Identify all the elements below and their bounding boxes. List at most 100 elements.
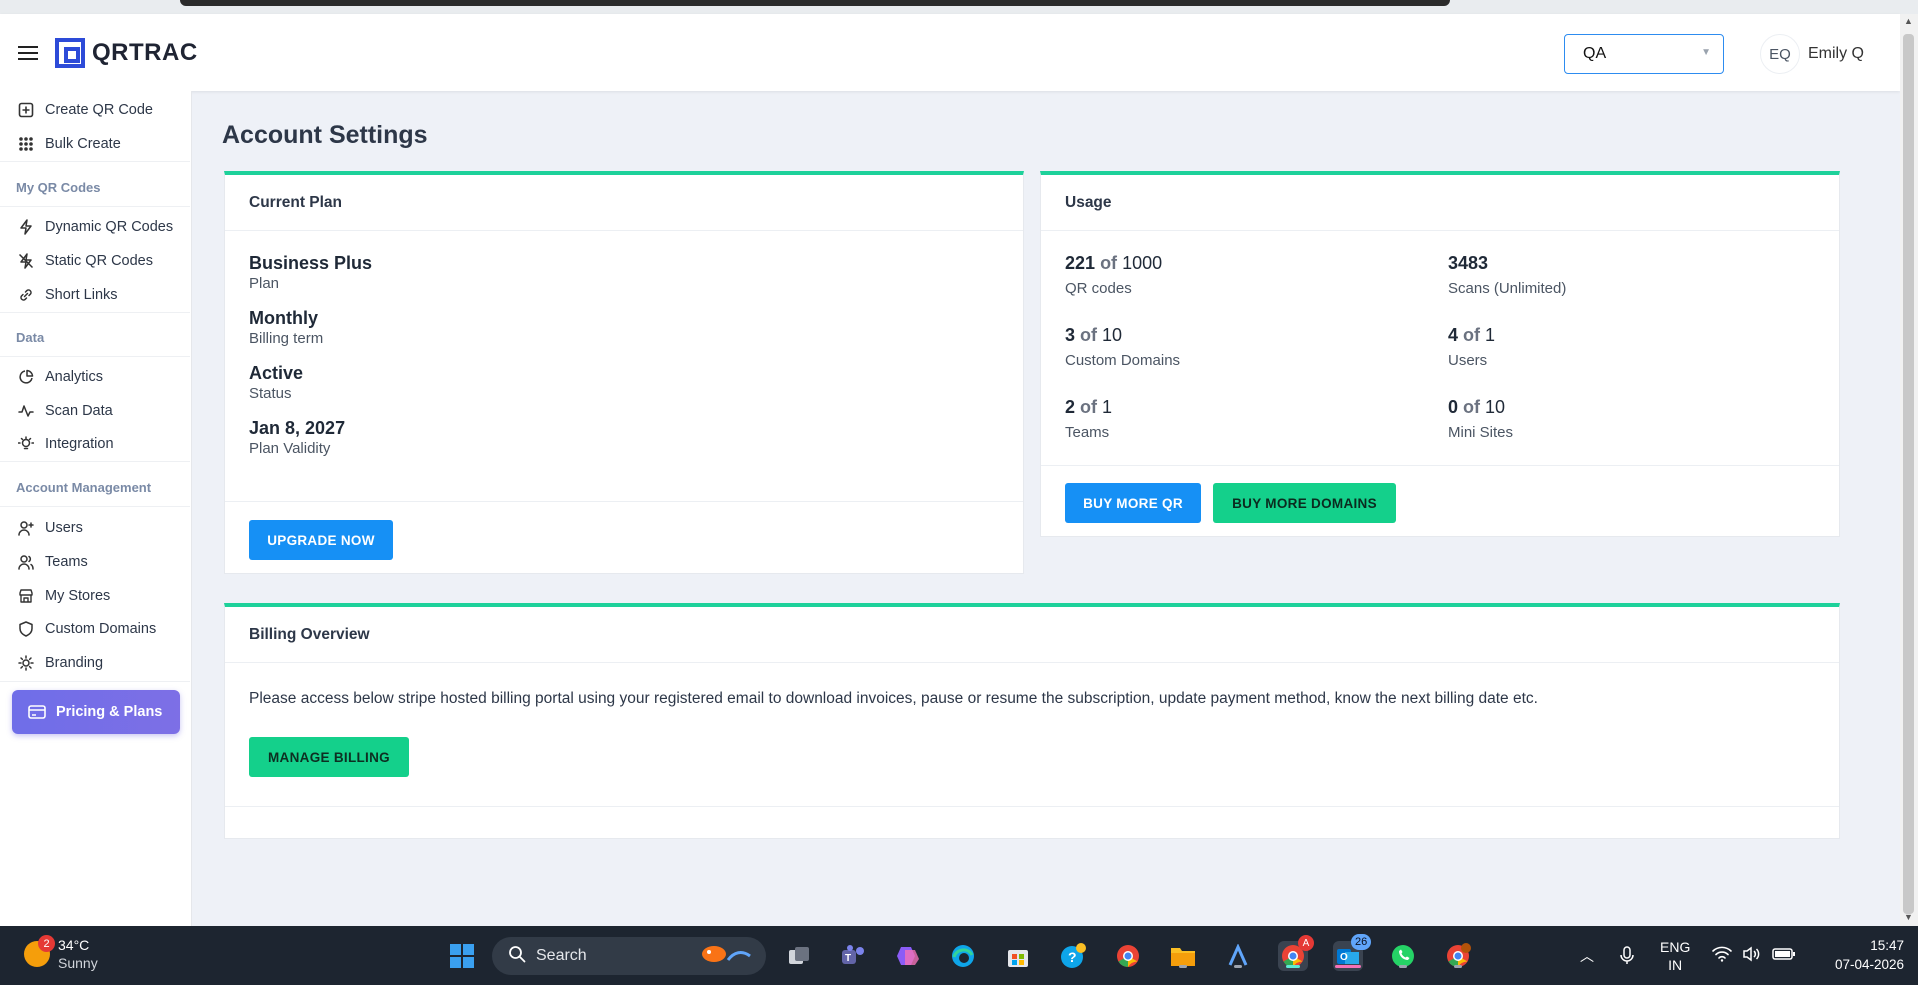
app-a-icon[interactable] xyxy=(1223,941,1253,971)
usage-used: 3 xyxy=(1065,325,1076,345)
chevron-down-icon: ▼ xyxy=(1701,47,1711,58)
bulb-icon xyxy=(17,435,35,453)
sidebar-divider xyxy=(0,356,190,357)
sidebar-item-bulk-create[interactable]: Bulk Create xyxy=(0,127,190,160)
pricing-plans-button[interactable]: Pricing & Plans xyxy=(12,690,180,734)
sidebar-item-create-qr-code[interactable]: Create QR Code xyxy=(0,93,190,126)
scroll-down-icon[interactable]: ▼ xyxy=(1904,912,1913,922)
search-icon xyxy=(508,945,526,968)
running-indicator xyxy=(1454,965,1462,968)
usage-used: 3483 xyxy=(1448,253,1489,273)
buy-more-domains-button[interactable]: BUY MORE DOMAINS xyxy=(1213,483,1396,523)
plan-details: Business Plus Plan Monthly Billing term … xyxy=(249,252,372,472)
plan-value: Active xyxy=(249,363,304,383)
sidebar-item-users[interactable]: Users xyxy=(0,511,190,544)
usage-total: 1 xyxy=(1485,325,1496,345)
grid-icon xyxy=(17,135,35,153)
manage-billing-button[interactable]: MANAGE BILLING xyxy=(249,737,409,777)
sidebar-item-label: Analytics xyxy=(45,368,104,385)
battery-icon xyxy=(1772,947,1796,964)
whatsapp-icon[interactable] xyxy=(1388,941,1418,971)
microphone-icon[interactable] xyxy=(1620,926,1634,985)
logo[interactable]: QRTRAC xyxy=(55,38,198,68)
microsoft-store-icon[interactable] xyxy=(1003,941,1033,971)
upgrade-now-button[interactable]: UPGRADE NOW xyxy=(249,520,393,560)
team-select[interactable]: QA ▼ xyxy=(1564,34,1724,74)
sidebar-divider xyxy=(0,506,190,507)
usage-used: 2 xyxy=(1065,397,1076,417)
wifi-icon xyxy=(1712,946,1732,965)
lightning-icon xyxy=(17,218,35,236)
task-view-icon[interactable] xyxy=(784,941,814,971)
sidebar: Create QR Code Bulk Create My QR Codes D… xyxy=(0,91,192,985)
weather-condition: Sunny xyxy=(58,955,98,971)
browser-tab-bar xyxy=(180,0,1450,6)
usage-label: Scans (Unlimited) xyxy=(1448,280,1567,297)
windows-start-icon[interactable] xyxy=(447,941,477,971)
usage-item-users: 4 of 1 Users xyxy=(1448,324,1495,372)
weather-widget[interactable]: 2 34°C Sunny xyxy=(24,935,98,972)
file-explorer-icon[interactable] xyxy=(1168,941,1198,971)
usage-total: 10 xyxy=(1102,325,1123,345)
usage-total: 1 xyxy=(1102,397,1113,417)
store-icon xyxy=(17,587,35,605)
running-indicator xyxy=(1179,965,1187,968)
usage-used: 4 xyxy=(1448,325,1459,345)
avatar[interactable]: EQ xyxy=(1760,34,1800,74)
sidebar-item-short-links[interactable]: Short Links xyxy=(0,278,190,311)
system-clock[interactable]: 15:47 07-04-2026 xyxy=(1810,936,1904,974)
language-top: ENG xyxy=(1660,938,1691,955)
sidebar-item-integration[interactable]: Integration xyxy=(0,427,190,460)
page-scrollbar[interactable]: ▲ ▼ xyxy=(1900,14,1918,926)
card-divider xyxy=(225,501,1023,502)
sidebar-item-label: My Stores xyxy=(45,587,111,604)
sidebar-item-custom-domains[interactable]: Custom Domains xyxy=(0,612,190,645)
sidebar-item-analytics[interactable]: Analytics xyxy=(0,360,190,393)
usage-item-mini-sites: 0 of 10 Mini Sites xyxy=(1448,396,1513,444)
sidebar-divider xyxy=(0,461,190,462)
scrollbar-thumb[interactable] xyxy=(1903,34,1914,914)
outlook-icon[interactable]: O 26 xyxy=(1333,934,1372,971)
sidebar-item-my-stores[interactable]: My Stores xyxy=(0,579,190,612)
plan-key: Plan Validity xyxy=(249,440,331,457)
user-name[interactable]: Emily Q xyxy=(1808,45,1864,63)
sidebar-item-teams[interactable]: Teams xyxy=(0,545,190,578)
qrtrac-logo-icon xyxy=(55,38,85,68)
sidebar-heading-account-management: Account Management xyxy=(16,480,152,495)
active-indicator xyxy=(1286,965,1300,968)
sidebar-item-branding[interactable]: Branding xyxy=(0,646,190,679)
scroll-up-icon[interactable]: ▲ xyxy=(1904,16,1913,26)
edge-icon[interactable] xyxy=(948,941,978,971)
sidebar-item-dynamic-qr-codes[interactable]: Dynamic QR Codes xyxy=(0,210,190,243)
show-hidden-icons[interactable]: ︿ xyxy=(1580,926,1594,985)
usage-label: QR codes xyxy=(1065,280,1132,297)
usage-item-custom-domains: 3 of 10 Custom Domains xyxy=(1065,324,1180,372)
running-indicator xyxy=(1234,965,1242,968)
sidebar-divider xyxy=(0,312,190,313)
plan-value: Business Plus xyxy=(249,253,373,273)
plus-square-icon xyxy=(17,101,35,119)
help-icon[interactable]: ? xyxy=(1058,941,1088,971)
pricing-plans-label: Pricing & Plans xyxy=(56,704,163,720)
plan-entry: Business Plus Plan xyxy=(249,252,372,294)
sun-weather-icon: 2 xyxy=(24,935,55,967)
system-tray-status[interactable] xyxy=(1712,926,1796,985)
sidebar-item-static-qr-codes[interactable]: Static QR Codes xyxy=(0,244,190,277)
plan-key: Plan xyxy=(249,275,280,292)
sidebar-item-scan-data[interactable]: Scan Data xyxy=(0,394,190,427)
svg-text:O: O xyxy=(1340,952,1348,963)
copilot-icon[interactable] xyxy=(893,941,923,971)
chrome-icon[interactable] xyxy=(1113,941,1143,971)
chrome-secondary-icon[interactable] xyxy=(1443,941,1473,971)
sidebar-item-label: Dynamic QR Codes xyxy=(45,218,174,235)
language-indicator[interactable]: ENG IN xyxy=(1660,926,1690,985)
teams-icon[interactable]: T xyxy=(838,941,868,971)
buy-more-qr-button[interactable]: BUY MORE QR xyxy=(1065,483,1201,523)
taskbar-search[interactable]: Search xyxy=(492,937,766,975)
card-title: Current Plan xyxy=(225,175,1023,231)
sun-icon xyxy=(17,654,35,672)
plan-value: Jan 8, 2027 xyxy=(249,418,346,438)
chevron-up-icon: ︿ xyxy=(1580,947,1594,964)
chrome-profile-icon[interactable]: A xyxy=(1278,935,1314,971)
hamburger-menu-icon[interactable] xyxy=(18,46,38,60)
